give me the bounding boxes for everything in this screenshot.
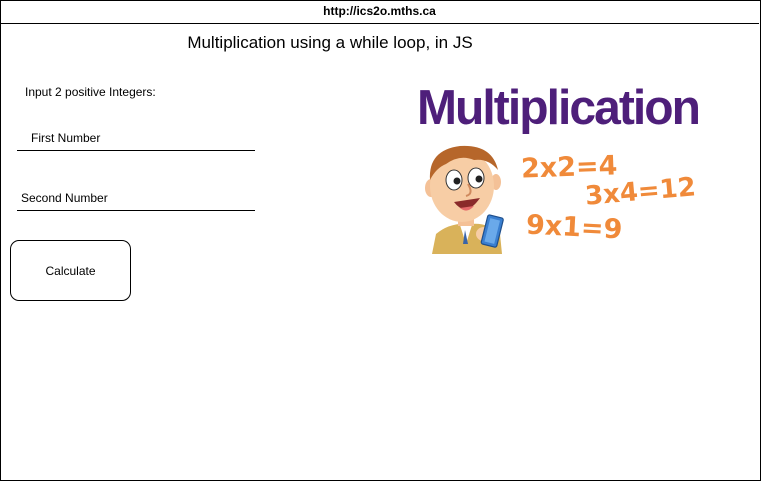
equation-label: 9x1=9	[525, 209, 624, 246]
multiplication-image: Multiplication 2x2=4 3x4=12 9x1=9	[410, 81, 710, 254]
second-number-input[interactable]	[17, 185, 255, 211]
url-bar: http://ics2o.mths.ca	[0, 0, 759, 24]
page-title: Multiplication using a while loop, in JS	[187, 33, 473, 52]
first-number-input[interactable]	[17, 125, 255, 151]
promo-heading: Multiplication	[417, 81, 701, 135]
instruction-label: Input 2 positive Integers:	[25, 85, 156, 99]
calculate-button[interactable]: Calculate	[10, 240, 131, 301]
